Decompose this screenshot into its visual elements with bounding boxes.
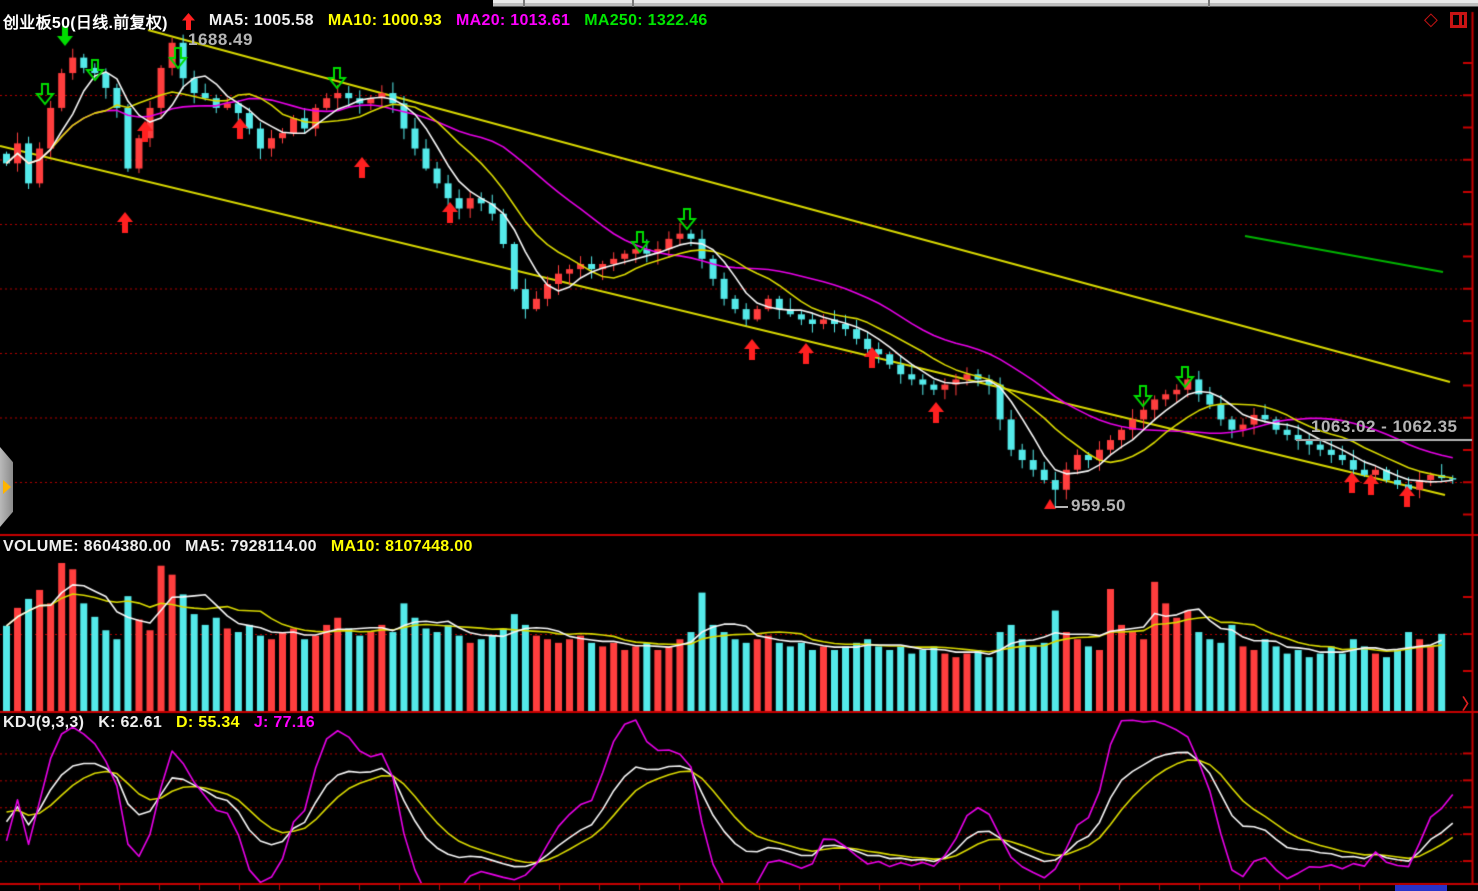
volume-ma5-value: MA5: 7928114.00 [185,538,317,556]
strip-separator [1208,0,1210,7]
chart-canvas[interactable] [0,0,1478,891]
range-price-label: 1063.02 - 1062.35 [1311,417,1458,437]
horizontal-price-line [1296,439,1472,441]
expand-arrow-icon [3,480,11,494]
window-layout-icon-divider [1459,15,1462,25]
kdj-header: KDJ(9,3,3) K: 62.61 D: 55.34 J: 77.16 [3,714,315,732]
kdj-d-value: D: 55.34 [176,714,240,732]
low-price-tick [1055,506,1068,508]
peak-price-label: 1688.49 [188,30,253,50]
top-window-strip [493,0,1478,7]
volume-ma10-value: MA10: 8107448.00 [331,538,473,556]
strip-separator [523,0,525,7]
up-arrow-icon [182,13,195,30]
low-price-label: 959.50 [1055,496,1126,516]
instrument-title: 创业板50(日线.前复权) [3,9,168,33]
diamond-tool-icon[interactable]: ◇ [1424,9,1438,30]
volume-header: VOLUME: 8604380.00 MA5: 7928114.00 MA10:… [3,538,473,556]
ma20-value: MA20: 1013.61 [456,12,570,30]
main-chart-header: 创业板50(日线.前复权) MA5: 1005.58 MA10: 1000.93… [3,9,708,33]
strip-separator [632,0,634,7]
scrollbar-fragment [1395,885,1447,891]
panel-expand-icon[interactable]: 〉 [1462,693,1477,714]
volume-value: VOLUME: 8604380.00 [3,538,171,556]
trading-app-window: 创业板50(日线.前复权) MA5: 1005.58 MA10: 1000.93… [0,0,1478,891]
window-layout-icon[interactable] [1450,12,1467,28]
kdj-k-value: K: 62.61 [98,714,162,732]
ma5-value: MA5: 1005.58 [209,12,314,30]
kdj-title: KDJ(9,3,3) [3,714,84,732]
kdj-j-value: J: 77.16 [254,714,315,732]
ma250-value: MA250: 1322.46 [584,12,707,30]
ma10-value: MA10: 1000.93 [328,12,442,30]
